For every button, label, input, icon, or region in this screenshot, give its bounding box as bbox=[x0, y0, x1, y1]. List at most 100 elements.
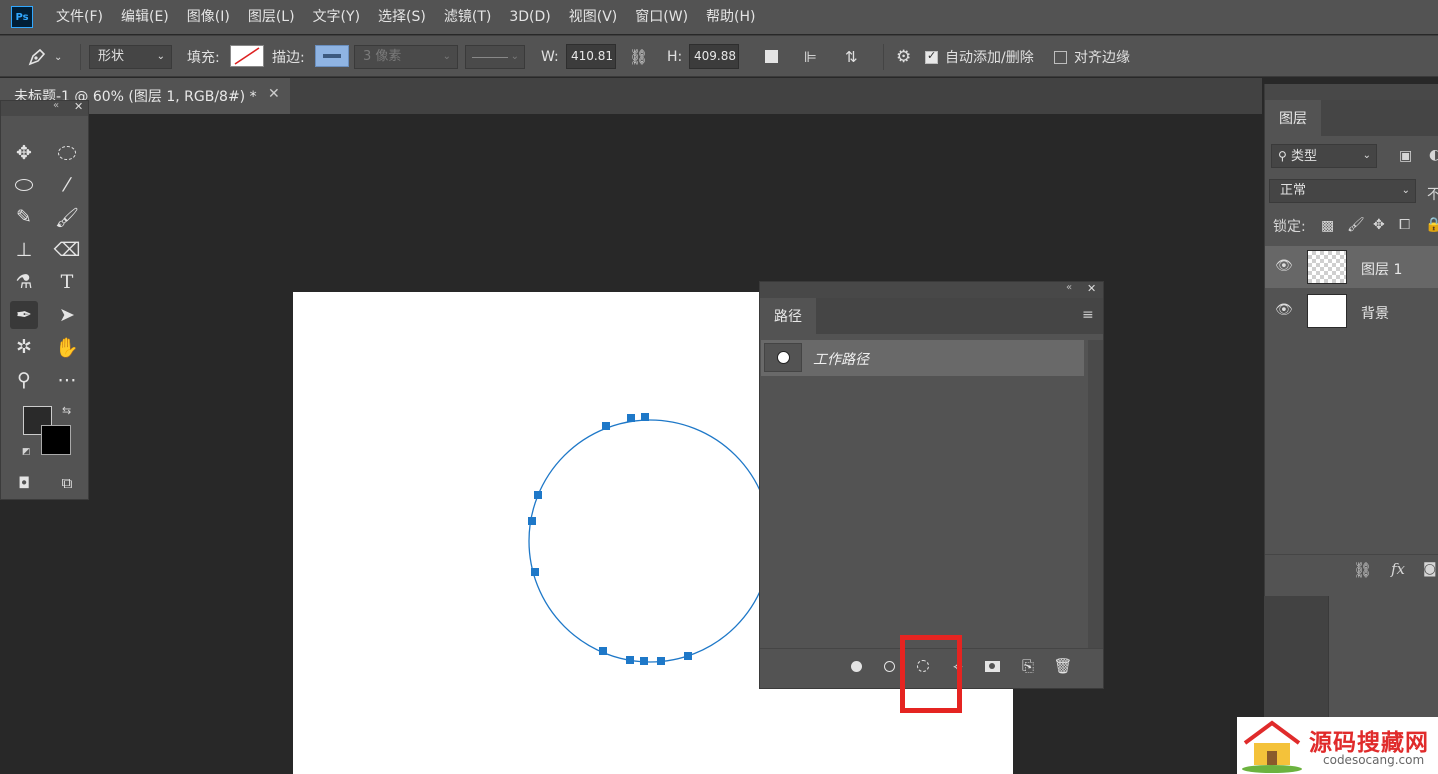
menu-layer[interactable]: 图层(L) bbox=[239, 0, 304, 34]
lock-position-icon[interactable]: ✥ bbox=[1373, 217, 1385, 233]
close-icon[interactable]: ✕ bbox=[268, 86, 280, 102]
type-tool-icon[interactable]: T bbox=[53, 268, 81, 296]
add-mask-icon[interactable] bbox=[982, 656, 1002, 676]
screen-mode-icon[interactable]: ⧉ bbox=[53, 469, 81, 497]
path-selection-icon[interactable]: ➤ bbox=[53, 301, 81, 329]
new-path-icon[interactable]: ⎘ bbox=[1018, 656, 1038, 676]
tab-paths[interactable]: 路径 bbox=[760, 298, 816, 334]
menu-filter[interactable]: 滤镜(T) bbox=[435, 0, 500, 34]
lock-pixels-icon[interactable]: 🖌 bbox=[1347, 217, 1365, 233]
move-tool-icon[interactable]: ✥ bbox=[10, 139, 38, 167]
lock-artboard-icon[interactable]: ⧠ bbox=[1399, 217, 1410, 233]
zoom-tool-icon[interactable]: ⚲ bbox=[10, 366, 38, 394]
eye-icon[interactable]: 👁 bbox=[1275, 302, 1293, 318]
stroke-type-select[interactable]: ⌄ bbox=[465, 45, 525, 69]
stroke-width-field[interactable]: 3 像素 ⌄ bbox=[354, 45, 458, 69]
stroke-label: 描边: bbox=[272, 50, 305, 66]
menu-select[interactable]: 选择(S) bbox=[369, 0, 435, 34]
close-icon[interactable]: ✕ bbox=[1087, 282, 1096, 295]
eye-icon[interactable]: 👁 bbox=[1275, 258, 1293, 274]
custom-shape-icon[interactable]: ✲ bbox=[10, 333, 38, 361]
path-alignment-icon[interactable]: ⊫ bbox=[804, 36, 817, 78]
tab-layers[interactable]: 图层 bbox=[1265, 100, 1321, 136]
menu-3d[interactable]: 3D(D) bbox=[500, 0, 559, 34]
anchor-point bbox=[657, 657, 665, 665]
anchor-point bbox=[531, 568, 539, 576]
layer-row-selected[interactable]: 👁 图层 1 bbox=[1265, 246, 1438, 288]
paths-scrollbar[interactable] bbox=[1088, 340, 1103, 648]
swap-colors-icon[interactable]: ⇆ bbox=[62, 404, 71, 417]
width-label: W: bbox=[541, 49, 559, 65]
auto-add-delete-checkbox[interactable]: 自动添加/删除 bbox=[925, 36, 1034, 78]
lasso-tool-icon[interactable] bbox=[10, 171, 38, 199]
pen-tool-preset-picker[interactable]: ⌄ bbox=[26, 36, 62, 78]
paths-tab-bar: 路径 ≡ bbox=[760, 298, 1103, 334]
link-icon[interactable]: ⛓ bbox=[629, 36, 648, 78]
image-filter-icon[interactable]: ▣ bbox=[1399, 148, 1412, 164]
menu-edit[interactable]: 编辑(E) bbox=[112, 0, 178, 34]
trash-icon[interactable]: 🗑 bbox=[1053, 656, 1073, 676]
checkbox-icon bbox=[1054, 50, 1067, 64]
quick-mask-icon[interactable]: ◘ bbox=[10, 469, 38, 497]
magic-wand-icon[interactable]: ⁄ bbox=[53, 171, 81, 199]
lock-all-icon[interactable]: 🔒 bbox=[1425, 217, 1438, 233]
menu-image[interactable]: 图像(I) bbox=[178, 0, 239, 34]
layer-thumbnail bbox=[1307, 250, 1347, 284]
fx-icon[interactable]: fx bbox=[1391, 560, 1405, 578]
stroke-path-icon[interactable] bbox=[879, 656, 899, 676]
chevron-down-icon: ⌄ bbox=[54, 51, 63, 63]
hand-tool-icon[interactable]: ✋ bbox=[53, 333, 81, 361]
document-tab-strip: 未标题-1 @ 60% (图层 1, RGB/8#) * ✕ bbox=[0, 78, 1262, 114]
path-operations-icon[interactable] bbox=[765, 50, 778, 63]
close-icon[interactable]: ✕ bbox=[74, 100, 83, 113]
menu-type[interactable]: 文字(Y) bbox=[304, 0, 369, 34]
lock-transparency-icon[interactable]: ▩ bbox=[1321, 218, 1334, 234]
menu-view[interactable]: 视图(V) bbox=[560, 0, 627, 34]
layers-panel-header[interactable] bbox=[1265, 84, 1438, 100]
paint-bucket-icon[interactable]: ⚗ bbox=[10, 268, 38, 296]
collapse-icon[interactable]: « bbox=[53, 100, 59, 111]
background-color-swatch[interactable] bbox=[41, 425, 71, 455]
work-path-overlay[interactable] bbox=[520, 405, 780, 675]
path-row[interactable]: 工作路径 bbox=[761, 340, 1084, 376]
stroke-swatch[interactable] bbox=[315, 45, 349, 67]
more-tools-icon[interactable]: ⋯ bbox=[53, 366, 81, 394]
layer-filter-select[interactable]: ⚲ 类型 ⌄ bbox=[1271, 144, 1377, 168]
path-thumbnail bbox=[764, 343, 802, 372]
menu-window[interactable]: 窗口(W) bbox=[626, 0, 697, 34]
align-edges-checkbox[interactable]: 对齐边缘 bbox=[1054, 36, 1130, 78]
pen-tool-icon[interactable]: ✒ bbox=[10, 301, 38, 329]
menu-help[interactable]: 帮助(H) bbox=[697, 0, 764, 34]
width-input[interactable]: 410.81 bbox=[566, 44, 616, 69]
stamp-icon[interactable]: ⊥ bbox=[10, 236, 38, 264]
gear-icon[interactable]: ⚙ bbox=[896, 36, 911, 78]
paths-panel-header[interactable]: « ✕ bbox=[760, 282, 1103, 298]
eraser-icon[interactable]: ⌫ bbox=[53, 236, 81, 264]
layers-panel: 图层 ⚲ 类型 ⌄ ▣ ◐ 正常 ⌄ 不 锁定: ▩ 🖌 ✥ ⧠ 🔒 👁 图层 1 … bbox=[1264, 84, 1438, 596]
brush-icon[interactable]: 🖌 bbox=[53, 203, 81, 231]
adjustment-filter-icon[interactable]: ◐ bbox=[1429, 147, 1438, 163]
layer-row[interactable]: 👁 背景 bbox=[1265, 290, 1438, 332]
collapse-icon[interactable]: « bbox=[1066, 282, 1072, 293]
anchor-point bbox=[626, 656, 634, 664]
height-label: H: bbox=[667, 49, 683, 65]
anchor-point bbox=[599, 647, 607, 655]
menu-file[interactable]: 文件(F) bbox=[47, 0, 112, 34]
fill-swatch[interactable] bbox=[230, 45, 264, 67]
default-colors-icon[interactable]: ◩ bbox=[22, 447, 31, 457]
add-mask-icon[interactable]: ◙ bbox=[1423, 561, 1437, 577]
eyedropper-icon[interactable]: ✎ bbox=[10, 203, 38, 231]
watermark: 源码搜藏网 codesocang.com bbox=[1237, 717, 1438, 774]
elliptical-marquee-icon[interactable] bbox=[53, 139, 81, 167]
panel-menu-icon[interactable]: ≡ bbox=[1082, 307, 1094, 323]
blend-mode-select[interactable]: 正常 ⌄ bbox=[1269, 179, 1416, 203]
height-input[interactable]: 409.88 bbox=[689, 44, 739, 69]
link-layers-icon[interactable]: ⛓ bbox=[1353, 561, 1372, 579]
circle-path bbox=[528, 419, 772, 663]
tool-mode-select[interactable]: 形状 ⌄ bbox=[89, 45, 172, 69]
path-arrangement-icon[interactable]: ⇅ bbox=[845, 36, 858, 78]
toolbox-header[interactable]: « ✕ bbox=[1, 100, 88, 116]
fill-path-icon[interactable] bbox=[846, 656, 866, 676]
chevron-down-icon: ⌄ bbox=[442, 51, 451, 62]
anchor-point bbox=[641, 413, 649, 421]
